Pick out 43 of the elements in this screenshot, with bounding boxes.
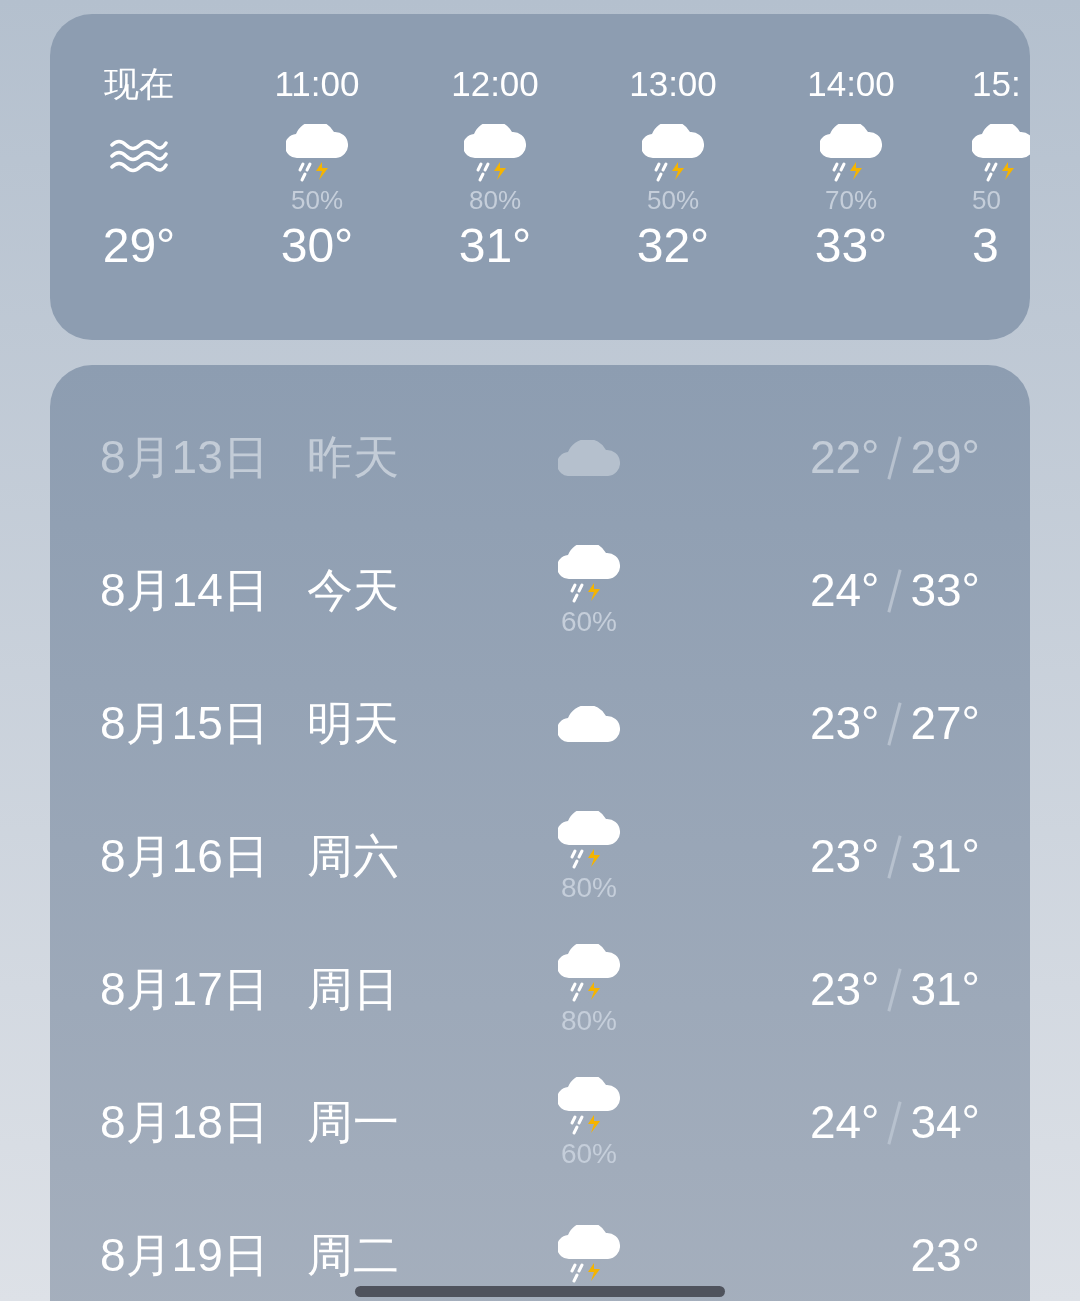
high-temperature: 27° — [910, 696, 980, 751]
forecast-day: 周一 — [307, 1088, 477, 1157]
cloud-icon — [558, 439, 620, 476]
precipitation-chance: 70% — [824, 186, 877, 214]
forecast-day: 周六 — [307, 822, 477, 891]
precipitation-chance: 50% — [646, 186, 699, 214]
forecast-date: 8月14日 — [100, 563, 270, 618]
high-temperature: 31° — [910, 829, 980, 884]
precipitation-chance: 50% — [290, 186, 343, 214]
low-temperature: 24° — [809, 1095, 880, 1150]
low-temperature: 23° — [910, 1228, 980, 1283]
high-temperature: 34° — [910, 1095, 980, 1150]
high-temperature: 33° — [910, 563, 980, 618]
forecast-date: 8月19日 — [100, 1228, 270, 1283]
hour-label: 11:00 — [274, 63, 360, 105]
hour-temperature: 33° — [814, 218, 888, 274]
low-temperature: 23° — [809, 829, 880, 884]
precipitation-chance: 80% — [468, 186, 521, 214]
hour-label: 13:00 — [629, 63, 717, 105]
forecast-day: 周日 — [307, 955, 477, 1024]
forecast-day: 明天 — [307, 689, 477, 758]
low-temperature: 24° — [809, 563, 880, 618]
hour-temperature: 3 — [972, 218, 999, 274]
forecast-date: 8月17日 — [100, 962, 270, 1017]
low-temperature: 23° — [809, 962, 880, 1017]
hour-temperature: 31° — [458, 218, 532, 274]
forecast-day: 今天 — [307, 556, 477, 625]
forecast-date: 8月16日 — [100, 829, 270, 884]
hour-temperature: 29° — [102, 218, 176, 274]
hour-label: 15: — [972, 63, 1021, 105]
cloud-icon — [558, 705, 620, 742]
hour-label: 14:00 — [807, 63, 895, 105]
hour-temperature: 32° — [636, 218, 710, 274]
hour-temperature: 30° — [280, 218, 354, 274]
precipitation-chance: 50 — [972, 186, 1001, 214]
forecast-date: 8月15日 — [100, 696, 270, 751]
high-temperature: 31° — [910, 962, 980, 1017]
haze-icon — [109, 137, 169, 173]
hour-label: 现在 — [104, 63, 174, 105]
forecast-day: 周二 — [307, 1221, 477, 1290]
low-temperature: 23° — [809, 696, 880, 751]
hour-label: 12:00 — [451, 63, 539, 105]
forecast-date: 8月18日 — [100, 1095, 270, 1150]
